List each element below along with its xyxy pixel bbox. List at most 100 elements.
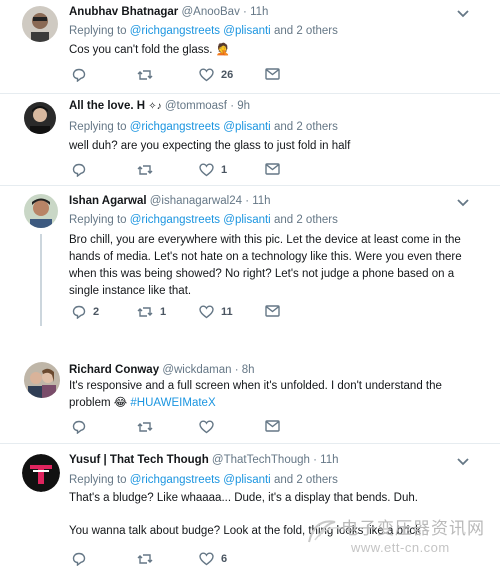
hashtag-link[interactable]: #HUAWEIMateX xyxy=(130,397,215,409)
others-link[interactable]: and 2 others xyxy=(274,25,338,37)
heart-icon xyxy=(199,552,214,566)
author-name[interactable]: Richard Conway xyxy=(69,364,159,376)
retweet-count: 1 xyxy=(160,306,167,318)
others-link[interactable]: and 2 others xyxy=(274,474,338,486)
timestamp[interactable]: 11h xyxy=(250,6,268,18)
replying-to: Replying to @richgangstreets @plisanti a… xyxy=(69,214,338,226)
replying-to: Replying to @richgangstreets @plisanti a… xyxy=(69,121,338,133)
reply-icon xyxy=(72,420,86,434)
envelope-icon xyxy=(265,68,280,80)
thread-line xyxy=(40,234,42,326)
tweet-text-line: It's responsive and a full screen when i… xyxy=(69,380,442,392)
chevron-down-icon[interactable] xyxy=(456,457,470,467)
heart-icon xyxy=(199,68,214,82)
others-link[interactable]: and 2 others xyxy=(274,121,338,133)
timestamp[interactable]: 11h xyxy=(252,195,270,207)
tweet-card[interactable]: All the love. H ✧♪ @tommoasf · 9h Replyi… xyxy=(0,94,500,184)
avatar[interactable] xyxy=(24,194,58,228)
author-name[interactable]: Yusuf | That Tech Though xyxy=(69,454,209,466)
retweet-button[interactable] xyxy=(137,163,160,177)
envelope-icon xyxy=(265,163,280,175)
retweet-button[interactable] xyxy=(137,420,160,434)
chevron-down-icon[interactable] xyxy=(456,9,470,19)
reply-button[interactable]: 2 xyxy=(72,305,99,319)
like-count: 26 xyxy=(221,69,234,81)
like-button[interactable] xyxy=(199,420,221,434)
retweet-icon xyxy=(137,70,153,80)
author-handle[interactable]: @tommoasf xyxy=(165,100,227,112)
dm-button[interactable] xyxy=(265,68,280,80)
separator-dot: · xyxy=(230,100,235,112)
mention-link[interactable]: @plisanti xyxy=(223,121,270,133)
author-name[interactable]: Ishan Agarwal xyxy=(69,195,147,207)
mention-link[interactable]: @richgangstreets xyxy=(130,214,220,226)
replying-to-label: Replying to xyxy=(69,25,127,37)
mention-link[interactable]: @richgangstreets xyxy=(130,474,220,486)
author-name[interactable]: All the love. H ✧♪ xyxy=(69,100,162,112)
reply-button[interactable] xyxy=(72,163,93,177)
tweet-text-line: problem 😂 #HUAWEIMateX xyxy=(69,397,216,409)
like-button[interactable]: 11 xyxy=(199,305,233,319)
others-link[interactable]: and 2 others xyxy=(274,214,338,226)
tweet-text-body: Cos you can't fold the glass. xyxy=(69,44,213,56)
replying-to-label: Replying to xyxy=(69,474,127,486)
mention-link[interactable]: @plisanti xyxy=(223,474,270,486)
author-handle[interactable]: @ishanagarwal24 xyxy=(150,195,242,207)
like-count: 11 xyxy=(221,306,233,318)
reply-icon xyxy=(72,552,86,566)
reply-button[interactable] xyxy=(72,552,93,566)
tweet-card[interactable]: Richard Conway @wickdaman · 8h It's resp… xyxy=(0,352,500,442)
tweet-text-line: when this was being showed? No right? Le… xyxy=(69,268,455,280)
like-button[interactable]: 26 xyxy=(199,68,233,82)
like-button[interactable]: 6 xyxy=(199,552,227,566)
author-handle[interactable]: @AnooBav xyxy=(181,6,239,18)
mention-link[interactable]: @plisanti xyxy=(223,25,270,37)
mention-link[interactable]: @richgangstreets xyxy=(130,25,220,37)
retweet-button[interactable]: 1 xyxy=(137,305,166,319)
facepalm-emoji: 🤦 xyxy=(215,44,231,56)
mention-link[interactable]: @richgangstreets xyxy=(130,121,220,133)
author-handle[interactable]: @ThatTechThough xyxy=(212,454,310,466)
avatar[interactable] xyxy=(24,102,56,134)
mention-link[interactable]: @plisanti xyxy=(223,214,270,226)
like-count: 6 xyxy=(221,553,228,565)
dm-button[interactable] xyxy=(265,163,280,175)
tweet-header: Anubhav Bhatnagar @AnooBav · 11h xyxy=(69,6,268,18)
timestamp[interactable]: 11h xyxy=(320,454,338,466)
tweet-card[interactable]: Ishan Agarwal @ishanagarwal24 · 11h Repl… xyxy=(0,186,500,336)
tweet-text-line: That's a bludge? Like whaaaa... Dude, it… xyxy=(69,492,418,504)
author-name[interactable]: Anubhav Bhatnagar xyxy=(69,6,178,18)
retweet-button[interactable] xyxy=(137,552,160,566)
watermark: 电子变压器资讯网 www.ett-cn.com xyxy=(305,512,500,568)
tweet-card[interactable]: Anubhav Bhatnagar @AnooBav · 11h Replyin… xyxy=(0,0,500,92)
tweet-text: Bro chill, you are everywhere with this … xyxy=(69,232,479,300)
reply-count: 2 xyxy=(93,306,100,318)
tweet-text: well duh? are you expecting the glass to… xyxy=(69,140,351,152)
reply-button[interactable] xyxy=(72,68,93,82)
dm-button[interactable] xyxy=(265,420,280,432)
replying-to-label: Replying to xyxy=(69,214,127,226)
watermark-logo-icon xyxy=(308,520,342,543)
like-button[interactable]: 1 xyxy=(199,163,227,177)
reply-icon xyxy=(72,68,86,82)
envelope-icon xyxy=(265,305,280,317)
timestamp[interactable]: 8h xyxy=(242,364,255,376)
action-bar: 2 1 11 xyxy=(72,305,292,321)
avatar[interactable] xyxy=(22,454,60,492)
timestamp[interactable]: 9h xyxy=(237,100,250,112)
author-handle[interactable]: @wickdaman xyxy=(162,364,231,376)
tweet-header: Ishan Agarwal @ishanagarwal24 · 11h xyxy=(69,195,271,207)
retweet-icon xyxy=(137,422,153,432)
chevron-down-icon[interactable] xyxy=(456,198,470,208)
action-bar: 1 xyxy=(72,163,292,179)
laughing-emoji: 😂 xyxy=(113,397,128,409)
action-bar: 6 xyxy=(72,552,292,568)
retweet-button[interactable] xyxy=(137,68,160,82)
tweet-header: Richard Conway @wickdaman · 8h xyxy=(69,364,255,376)
avatar[interactable] xyxy=(24,362,60,398)
avatar[interactable] xyxy=(22,6,58,42)
dm-button[interactable] xyxy=(265,305,280,317)
tweet-text-line: Bro chill, you are everywhere with this … xyxy=(69,234,461,246)
reply-button[interactable] xyxy=(72,420,93,434)
name-decoration: ✧♪ xyxy=(148,101,162,112)
